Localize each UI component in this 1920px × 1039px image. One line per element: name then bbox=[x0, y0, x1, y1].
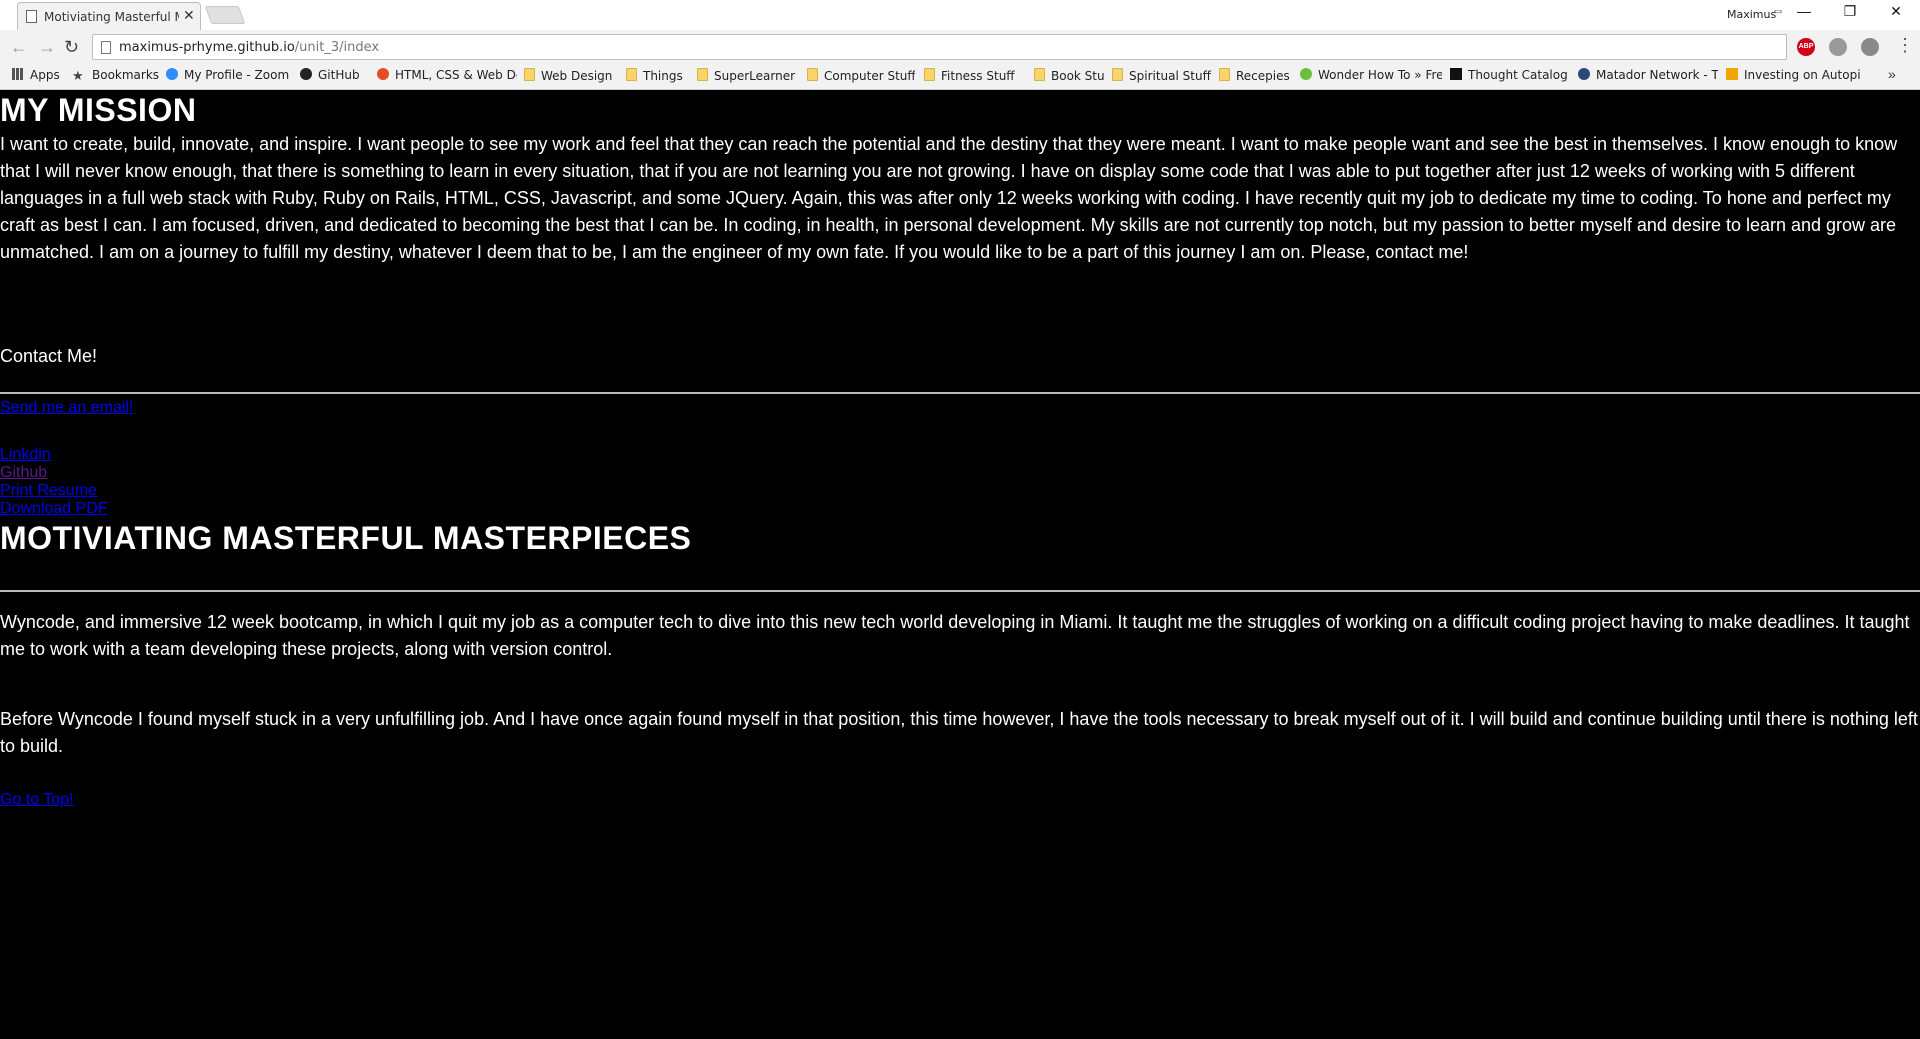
bookmark-item[interactable]: Fitness Stuff bbox=[924, 68, 1026, 86]
folder-icon bbox=[1219, 68, 1230, 81]
tab-title: Motiviating Masterful Ma bbox=[44, 10, 179, 24]
browser-toolbar: ← → ↻ maximus-prhyme.github.io/unit_3/in… bbox=[0, 30, 1920, 64]
bookmark-label: Thought Catalog bbox=[1468, 68, 1568, 82]
page-info-icon[interactable] bbox=[101, 41, 111, 54]
mission-title: MY MISSION bbox=[0, 92, 197, 128]
print-resume-link[interactable]: Print Resume bbox=[0, 482, 97, 500]
masterpieces-title: MOTIVIATING MASTERFUL MASTERPIECES bbox=[0, 520, 692, 556]
adblock-plus-icon[interactable]: ABP bbox=[1797, 38, 1815, 56]
bookmark-item[interactable]: Investing on Autopilo bbox=[1726, 68, 1861, 86]
profile-name[interactable]: Maximus bbox=[1727, 8, 1776, 21]
bookmark-label: Spiritual Stuff bbox=[1129, 69, 1211, 83]
browser-tab[interactable]: Motiviating Masterful Ma ✕ bbox=[17, 2, 201, 30]
bookmark-label: Computer Stuff bbox=[824, 69, 915, 83]
download-pdf-link[interactable]: Download PDF bbox=[0, 500, 108, 518]
bookmark-label: Wonder How To » Fre bbox=[1318, 68, 1442, 82]
mission-paragraph: I want to create, build, innovate, and i… bbox=[0, 134, 1898, 262]
back-arrow-icon[interactable]: ← bbox=[10, 37, 28, 58]
bookmark-item[interactable]: SuperLearner bbox=[697, 68, 799, 86]
bookmark-item[interactable]: Recepies bbox=[1219, 68, 1293, 86]
thought-catalog-icon bbox=[1450, 68, 1462, 80]
reload-icon[interactable]: ↻ bbox=[64, 37, 79, 58]
bookmark-item[interactable]: GitHub bbox=[300, 68, 370, 86]
folder-icon bbox=[1112, 68, 1123, 81]
bookmark-item[interactable]: Wonder How To » Fre bbox=[1300, 68, 1442, 86]
go-to-top-link[interactable]: Go to Top! bbox=[0, 791, 74, 809]
bookmark-item[interactable]: Things bbox=[626, 68, 690, 86]
browser-menu-icon[interactable]: ⋮ bbox=[1896, 35, 1914, 56]
folder-icon bbox=[924, 68, 935, 81]
github-icon bbox=[300, 68, 312, 80]
wonderhowto-icon bbox=[1300, 68, 1312, 80]
apps-grid-icon bbox=[12, 68, 24, 80]
restore-button[interactable]: ❐ bbox=[1827, 3, 1873, 25]
bookmark-label: HTML, CSS & Web De bbox=[395, 68, 517, 82]
bookmark-label: Book Stuff bbox=[1051, 69, 1104, 83]
bookmark-label: Web Design bbox=[541, 69, 613, 83]
bookmark-label: Recepies bbox=[1236, 69, 1290, 83]
bookmark-label: Investing on Autopilo bbox=[1744, 68, 1861, 82]
star-icon: ★ bbox=[72, 69, 84, 84]
extension-gray-icon[interactable] bbox=[1829, 38, 1847, 56]
bookmark-item[interactable]: HTML, CSS & Web De bbox=[377, 68, 517, 86]
bookmarks-overflow-icon[interactable]: » bbox=[1888, 66, 1896, 82]
bookmark-item[interactable]: Matador Network - T bbox=[1578, 68, 1718, 86]
zoom-icon bbox=[166, 68, 178, 80]
bookmarks-bar: Apps ★ Bookmarks My Profile - Zoom GitHub HTM… bbox=[0, 64, 1920, 90]
bookmark-label: My Profile - Zoom bbox=[184, 68, 290, 82]
url-host: maximus-prhyme.github.io bbox=[119, 40, 295, 55]
new-tab-button[interactable] bbox=[204, 6, 246, 24]
investing-icon bbox=[1726, 68, 1738, 80]
bookmark-label: Fitness Stuff bbox=[941, 69, 1015, 83]
bookmark-item[interactable]: Web Design bbox=[524, 68, 614, 86]
folder-icon bbox=[697, 68, 708, 81]
bookmark-label: Things bbox=[643, 69, 683, 83]
bookmark-item[interactable]: ★ Bookmarks bbox=[72, 68, 160, 86]
divider bbox=[0, 392, 1920, 394]
linkedin-link[interactable]: Linkdin bbox=[0, 446, 51, 464]
address-bar[interactable]: maximus-prhyme.github.io/unit_3/index bbox=[92, 34, 1787, 60]
extension-puzzle-icon[interactable] bbox=[1861, 38, 1879, 56]
minimize-button[interactable]: — bbox=[1781, 3, 1827, 25]
browser-chrome: Motiviating Masterful Ma ✕ Maximus ⇔ — ❐… bbox=[0, 0, 1920, 90]
bookmark-label: SuperLearner bbox=[714, 69, 796, 83]
tab-close-icon[interactable]: ✕ bbox=[183, 7, 195, 24]
github-link[interactable]: Github bbox=[0, 464, 47, 482]
page-content: MY MISSION I want to create, build, inno… bbox=[0, 90, 1920, 1039]
wyncode-paragraph: Wyncode, and immersive 12 week bootcamp,… bbox=[0, 612, 1910, 659]
bookmark-label: Apps bbox=[30, 68, 60, 82]
html-icon bbox=[377, 68, 389, 80]
folder-icon bbox=[807, 68, 818, 81]
folder-icon bbox=[1034, 68, 1045, 81]
bookmark-item[interactable]: Book Stuff bbox=[1034, 68, 1104, 86]
url-path: /unit_3/index bbox=[294, 40, 380, 55]
bookmark-label: GitHub bbox=[318, 68, 360, 82]
before-wyncode-paragraph: Before Wyncode I found myself stuck in a… bbox=[0, 709, 1918, 756]
forward-arrow-icon[interactable]: → bbox=[38, 37, 56, 58]
bookmark-label: Bookmarks bbox=[92, 68, 160, 82]
folder-icon bbox=[626, 68, 637, 81]
bookmark-item[interactable]: My Profile - Zoom bbox=[166, 68, 294, 86]
bookmark-item[interactable]: Spiritual Stuff bbox=[1112, 68, 1212, 86]
close-window-button[interactable]: ✕ bbox=[1873, 3, 1919, 25]
bookmark-label: Matador Network - T bbox=[1596, 68, 1718, 82]
url-text[interactable]: maximus-prhyme.github.io/unit_3/index bbox=[119, 40, 379, 55]
divider bbox=[0, 590, 1920, 592]
contact-heading: Contact Me! bbox=[0, 346, 98, 366]
page-favicon-icon bbox=[26, 10, 37, 23]
bookmark-item[interactable]: Thought Catalog bbox=[1450, 68, 1572, 86]
email-link[interactable]: Send me an email! bbox=[0, 399, 133, 417]
folder-icon bbox=[524, 68, 535, 81]
matador-icon bbox=[1578, 68, 1590, 80]
tab-strip: Motiviating Masterful Ma ✕ Maximus ⇔ — ❐… bbox=[0, 0, 1920, 30]
bookmark-item[interactable]: Apps bbox=[12, 68, 64, 86]
bookmark-item[interactable]: Computer Stuff bbox=[807, 68, 915, 86]
